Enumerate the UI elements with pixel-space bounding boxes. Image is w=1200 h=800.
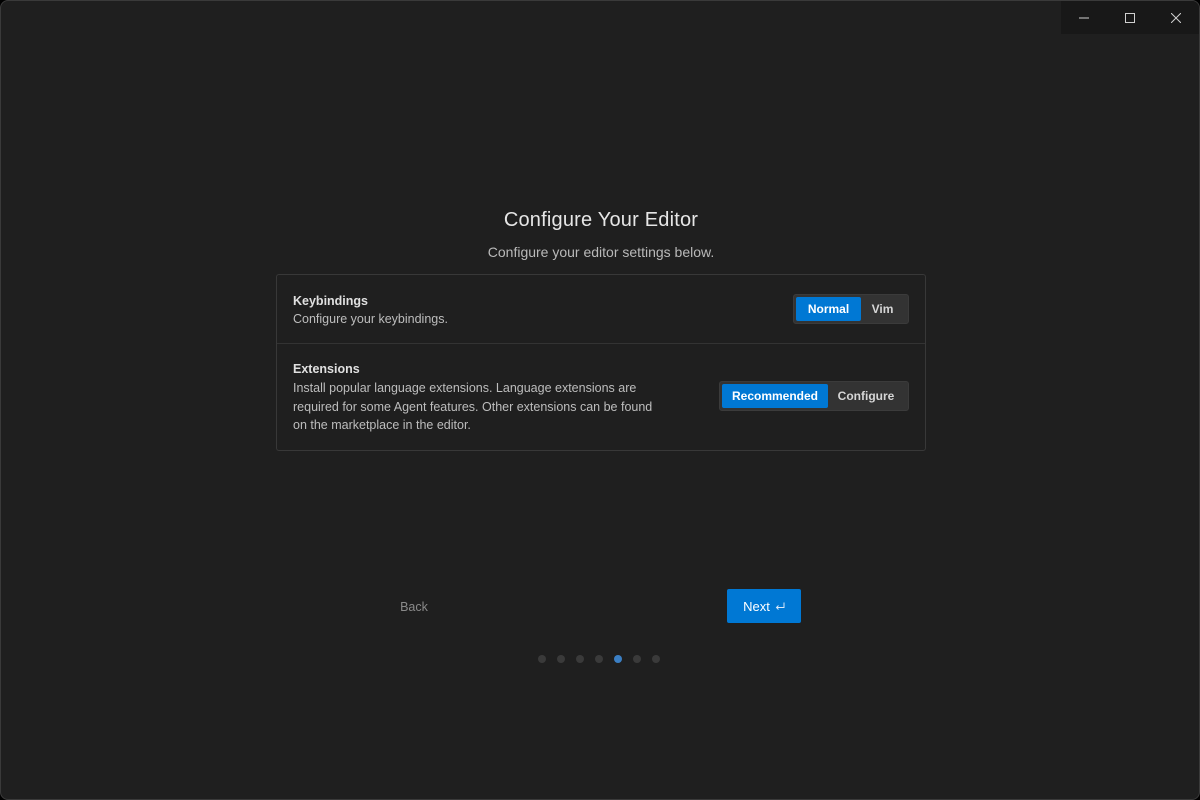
progress-dot <box>538 655 546 663</box>
setup-window: Configure Your Editor Configure your edi… <box>0 0 1200 800</box>
back-button[interactable]: Back <box>381 591 447 623</box>
keybindings-option-vim[interactable]: Vim <box>861 297 904 321</box>
progress-dot <box>557 655 565 663</box>
keybindings-description: Configure your keybindings. <box>293 312 448 326</box>
extensions-option-recommended[interactable]: Recommended <box>722 384 828 408</box>
keybindings-row: Keybindings Configure your keybindings. … <box>277 275 925 344</box>
extensions-row: Extensions Install popular language exte… <box>277 344 925 450</box>
keybindings-toggle: Normal Vim <box>793 294 909 324</box>
extensions-option-configure[interactable]: Configure <box>828 384 904 408</box>
extensions-title: Extensions <box>293 362 360 376</box>
keybindings-title: Keybindings <box>293 294 369 308</box>
progress-dots <box>538 655 660 663</box>
progress-dot-active <box>614 655 622 663</box>
extensions-toggle: Recommended Configure <box>719 381 909 411</box>
progress-dot <box>633 655 641 663</box>
extensions-description: Install popular language extensions. Lan… <box>293 381 653 432</box>
next-button-label: Next <box>743 598 770 614</box>
enter-key-icon <box>775 602 785 611</box>
next-button[interactable]: Next <box>727 589 801 623</box>
progress-dot <box>652 655 660 663</box>
page-subtitle: Configure your editor settings below. <box>487 244 715 260</box>
keybindings-option-normal[interactable]: Normal <box>796 297 861 321</box>
page-title: Configure Your Editor <box>503 209 699 231</box>
settings-card: Keybindings Configure your keybindings. … <box>276 274 926 451</box>
progress-dot <box>576 655 584 663</box>
progress-dot <box>595 655 603 663</box>
main-content: Configure Your Editor Configure your edi… <box>1 1 1199 799</box>
